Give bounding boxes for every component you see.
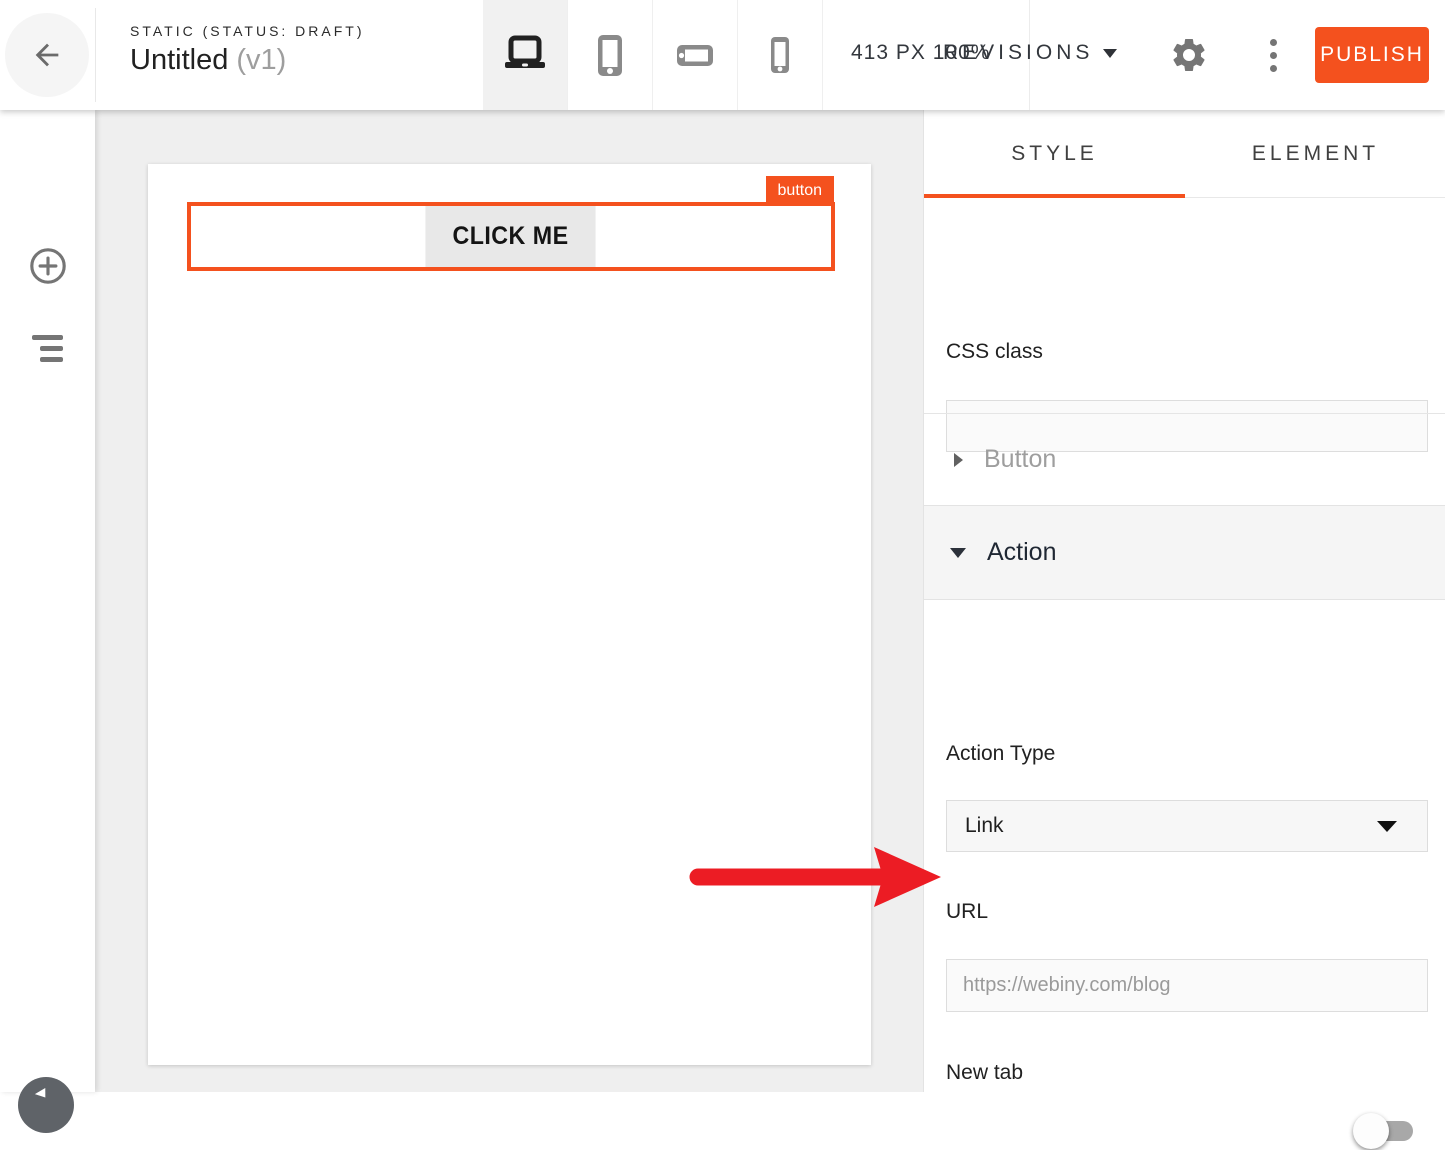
- gear-icon: [1169, 35, 1209, 75]
- toggle-thumb: [1353, 1113, 1389, 1149]
- zoom-revisions-area: 413 PX 100% REVISIONS: [823, 0, 1030, 110]
- click-me-button[interactable]: CLICK ME: [425, 206, 595, 267]
- arrow-left-icon: [30, 38, 64, 72]
- back-button[interactable]: [5, 13, 89, 97]
- editor-sidebar: [0, 110, 95, 1092]
- page-status: STATIC (STATUS: DRAFT): [130, 23, 365, 39]
- action-type-value: Link: [965, 814, 1004, 838]
- chevron-down-icon: [1103, 49, 1117, 58]
- tab-element[interactable]: ELEMENT: [1185, 110, 1445, 198]
- more-options-button[interactable]: [1258, 30, 1288, 80]
- device-tablet-button[interactable]: [568, 0, 653, 110]
- page-title: Untitled (v1): [130, 44, 365, 77]
- style-panel: STYLE ELEMENT CSS class Button Action Ac…: [923, 110, 1445, 1092]
- accordion-action-label: Action: [987, 538, 1056, 567]
- tablet-landscape-icon: [671, 31, 719, 79]
- device-tablet-landscape-button[interactable]: [653, 0, 738, 110]
- element-type-badge: button: [766, 176, 834, 206]
- editor-canvas: button CLICK ME: [95, 110, 923, 1092]
- action-type-label: Action Type: [946, 742, 1055, 766]
- chevron-down-icon: [950, 548, 966, 558]
- page-version: (v1): [236, 44, 286, 76]
- publish-button[interactable]: PUBLISH: [1315, 27, 1429, 83]
- active-tab-indicator: [924, 194, 1185, 198]
- element-tree-icon: [32, 335, 63, 362]
- tab-style[interactable]: STYLE: [924, 110, 1185, 198]
- laptop-icon: [501, 31, 549, 79]
- device-preview-bar: [483, 0, 823, 110]
- help-button[interactable]: [18, 1077, 74, 1133]
- revisions-label: REVISIONS: [943, 41, 1093, 65]
- accordion-button-section[interactable]: Button: [924, 414, 1445, 505]
- add-element-button[interactable]: [0, 236, 95, 296]
- mobile-icon: [756, 31, 804, 79]
- plus-circle-icon: [27, 245, 69, 287]
- accordion-action-section[interactable]: Action: [924, 505, 1445, 600]
- accordion-button-label: Button: [984, 445, 1056, 474]
- kebab-menu-icon: [1270, 39, 1277, 72]
- new-tab-toggle[interactable]: [1353, 1112, 1413, 1150]
- chevron-down-icon: [1377, 821, 1397, 832]
- selected-element-outline[interactable]: button CLICK ME: [187, 202, 835, 271]
- panel-tabs: STYLE ELEMENT: [924, 110, 1445, 198]
- editor-header: STATIC (STATUS: DRAFT) Untitled (v1): [0, 0, 1445, 110]
- revisions-dropdown[interactable]: REVISIONS: [943, 41, 1117, 65]
- title-block: STATIC (STATUS: DRAFT) Untitled (v1): [130, 23, 365, 77]
- element-tree-button[interactable]: [0, 318, 95, 378]
- action-type-select[interactable]: Link: [946, 800, 1428, 852]
- url-label: URL: [946, 900, 988, 924]
- device-desktop-button[interactable]: [483, 0, 568, 110]
- url-input[interactable]: [946, 959, 1428, 1012]
- new-tab-label: New tab: [946, 1061, 1023, 1085]
- css-class-label: CSS class: [946, 340, 1043, 364]
- header-divider: [95, 8, 96, 102]
- page-surface[interactable]: button CLICK ME: [148, 164, 871, 1065]
- chevron-right-icon: [954, 453, 963, 467]
- settings-button[interactable]: [1166, 32, 1212, 78]
- device-mobile-button[interactable]: [738, 0, 823, 110]
- tablet-portrait-icon: [586, 31, 634, 79]
